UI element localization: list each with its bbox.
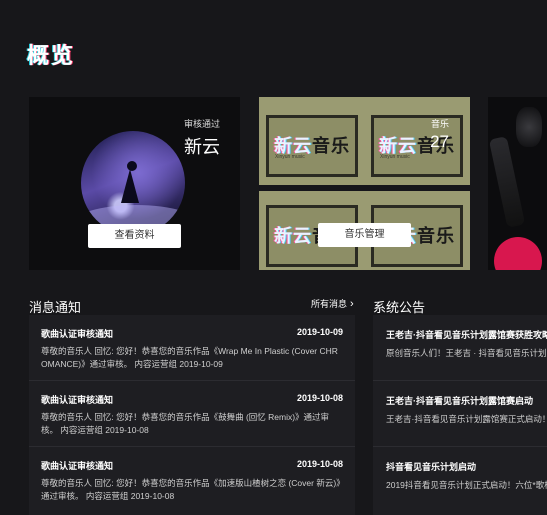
- announcements-section-title: 系统公告: [373, 300, 426, 315]
- music-label: 音乐: [430, 119, 449, 129]
- announcements-panel: 王老吉·抖音看见音乐计划露馆赛获胜攻略 原创音乐人们！王老吉 · 抖音看见音乐计…: [373, 315, 547, 515]
- message-item[interactable]: 歌曲认证审核通知 2019-10-08 尊敬的音乐人 回忆: 您好！恭喜您的音乐…: [29, 447, 355, 515]
- announcement-item[interactable]: 王老吉·抖音看见音乐计划露馆赛获胜攻略 原创音乐人们！王老吉 · 抖音看见音乐计…: [373, 315, 547, 381]
- music-card: 新云音乐 Xinyun music 新云音乐 Xinyun music 新云 音乐…: [259, 97, 470, 270]
- chevron-right-icon: ›: [350, 298, 354, 310]
- profile-card: 审核通过 新云 查看资料: [29, 97, 240, 270]
- profile-name: 新云: [184, 137, 220, 157]
- instrument-card[interactable]: [488, 97, 547, 270]
- music-count: 27: [430, 132, 449, 151]
- page-title: 概览: [27, 43, 76, 68]
- all-messages-link[interactable]: 所有消息 ›: [311, 297, 354, 310]
- music-logo-tile: 新云音乐 Xinyun music: [266, 115, 358, 177]
- instrument-image: [516, 107, 542, 147]
- avatar: [81, 131, 185, 235]
- messages-panel: 歌曲认证审核通知 2019-10-09 尊敬的音乐人 回忆: 您好！恭喜您的音乐…: [29, 315, 355, 515]
- music-logo-tile: 新云音乐 Xinyun music: [371, 115, 463, 177]
- announcement-item[interactable]: 抖音看见音乐计划启动 2019抖音看见音乐计划正式启动！六位*歌棋、胡彦斌、陈粒…: [373, 447, 547, 515]
- message-item[interactable]: 歌曲认证审核通知 2019-10-08 尊敬的音乐人 回忆: 您好！恭喜您的音乐…: [29, 381, 355, 447]
- view-profile-button[interactable]: 查看资料: [88, 224, 181, 248]
- message-item[interactable]: 歌曲认证审核通知 2019-10-09 尊敬的音乐人 回忆: 您好！恭喜您的音乐…: [29, 315, 355, 381]
- music-manage-button[interactable]: 音乐管理: [318, 223, 411, 247]
- review-status-label: 审核通过: [183, 119, 220, 129]
- messages-section-title: 消息通知: [29, 300, 82, 315]
- announcement-item[interactable]: 王老吉·抖音看见音乐计划露馆赛启动 王老吉·抖音看见音乐计划露馆赛正式启动！达人…: [373, 381, 547, 447]
